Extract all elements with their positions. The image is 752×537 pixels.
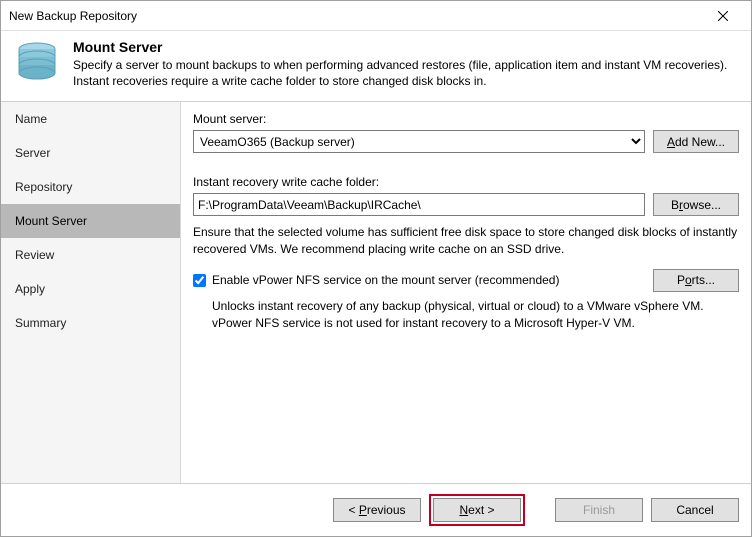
next-button-highlight: Next > [429, 494, 525, 526]
header-text: Mount Server Specify a server to mount b… [73, 39, 739, 89]
titlebar: New Backup Repository [1, 1, 751, 31]
step-review[interactable]: Review [1, 238, 180, 272]
wizard-sidebar: Name Server Repository Mount Server Revi… [1, 102, 181, 483]
cache-folder-input[interactable] [193, 193, 645, 216]
finish-button: Finish [555, 498, 643, 522]
header-title: Mount Server [73, 39, 739, 55]
main-panel: Mount server: VeeamO365 (Backup server) … [181, 102, 751, 483]
browse-button[interactable]: Browse... [653, 193, 739, 216]
repository-icon [13, 39, 61, 87]
footer: < Previous Next > Finish Cancel [1, 483, 751, 536]
add-new-button[interactable]: Add New... [653, 130, 739, 153]
next-button[interactable]: Next > [433, 498, 521, 522]
body: Name Server Repository Mount Server Revi… [1, 101, 751, 483]
header-description: Specify a server to mount backups to whe… [73, 57, 739, 89]
step-summary[interactable]: Summary [1, 306, 180, 340]
close-icon [718, 11, 728, 21]
dialog-window: New Backup Repository Mount Server Speci… [0, 0, 752, 537]
step-name[interactable]: Name [1, 102, 180, 136]
step-repository[interactable]: Repository [1, 170, 180, 204]
mount-server-label: Mount server: [193, 112, 739, 126]
step-apply[interactable]: Apply [1, 272, 180, 306]
close-button[interactable] [703, 2, 743, 30]
cache-folder-label: Instant recovery write cache folder: [193, 175, 739, 189]
enable-nfs-checkbox[interactable] [193, 274, 206, 287]
cancel-button[interactable]: Cancel [651, 498, 739, 522]
mount-server-select[interactable]: VeeamO365 (Backup server) [193, 130, 645, 153]
step-mount-server[interactable]: Mount Server [1, 204, 180, 238]
nfs-help-text: Unlocks instant recovery of any backup (… [212, 298, 739, 332]
cache-help-text: Ensure that the selected volume has suff… [193, 224, 739, 256]
enable-nfs-label: Enable vPower NFS service on the mount s… [212, 273, 559, 287]
window-title: New Backup Repository [9, 9, 137, 23]
step-server[interactable]: Server [1, 136, 180, 170]
header: Mount Server Specify a server to mount b… [1, 31, 751, 101]
ports-button[interactable]: Ports... [653, 269, 739, 292]
previous-button[interactable]: < Previous [333, 498, 421, 522]
